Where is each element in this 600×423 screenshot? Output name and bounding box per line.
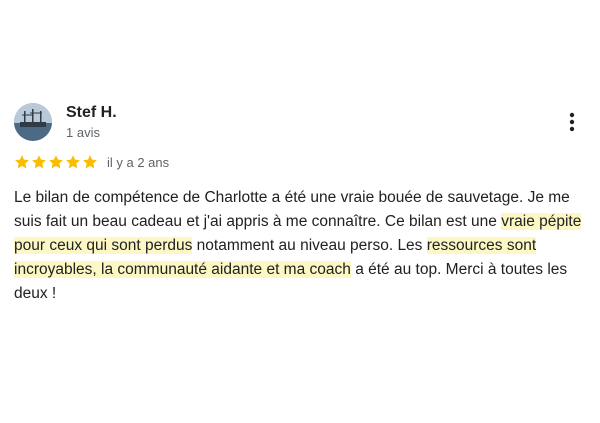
- review-date: il y a 2 ans: [107, 154, 170, 170]
- star-icon: [48, 154, 64, 170]
- more-vertical-icon: [569, 112, 575, 132]
- author-name[interactable]: Stef H.: [66, 104, 117, 122]
- star-rating: [14, 154, 98, 170]
- star-icon: [82, 154, 98, 170]
- star-icon: [65, 154, 81, 170]
- star-icon: [14, 154, 30, 170]
- avatar[interactable]: [14, 103, 52, 141]
- review-count: 1 avis: [66, 125, 100, 140]
- star-icon: [31, 154, 47, 170]
- review-text-part: notamment au niveau perso. Les: [192, 237, 427, 254]
- more-options-button[interactable]: [558, 108, 586, 136]
- review-text: Le bilan de compétence de Charlotte a ét…: [14, 186, 586, 306]
- review-card: Stef H. 1 avis il y a 2 ans Le bilan de …: [0, 0, 600, 423]
- review-text-part: Le bilan de compétence de Charlotte a ét…: [14, 189, 570, 230]
- rating-row: il y a 2 ans: [14, 152, 169, 172]
